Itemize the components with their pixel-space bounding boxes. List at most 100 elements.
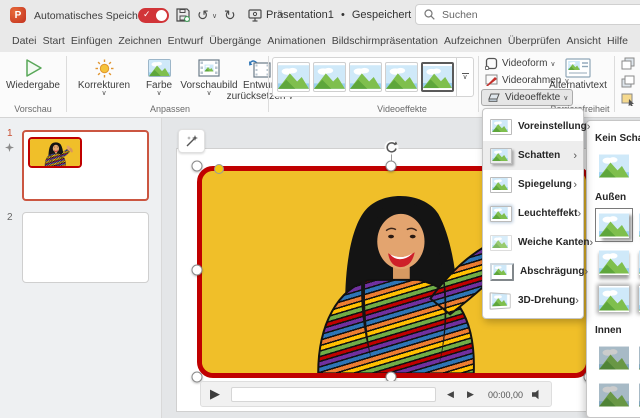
- step-back-button[interactable]: ◀: [447, 389, 454, 400]
- slide-thumbnail-1[interactable]: [22, 130, 149, 201]
- picture-icon: [148, 56, 171, 80]
- autosave-toggle[interactable]: ✓: [138, 8, 169, 23]
- film-frame-icon: [198, 56, 220, 80]
- chevron-right-icon: ›: [573, 150, 577, 162]
- video-style-option[interactable]: [385, 62, 418, 92]
- video-style-option[interactable]: [313, 62, 346, 92]
- shape-icon: [483, 57, 499, 70]
- bevel-effect-icon: [490, 263, 514, 281]
- resize-handle-middle-left[interactable]: [192, 265, 203, 276]
- bring-forward-icon[interactable]: [621, 57, 636, 73]
- video-style-option-selected[interactable]: [421, 62, 454, 92]
- shadow-option-outer[interactable]: [595, 282, 633, 316]
- chevron-right-icon: ›: [587, 121, 591, 133]
- sun-icon: [95, 56, 114, 80]
- redo-icon[interactable]: ↻: [224, 7, 236, 23]
- tab-uebergaenge[interactable]: Übergänge: [209, 35, 261, 47]
- wiedergabe-button[interactable]: Wiedergabe: [4, 56, 62, 91]
- menu-item-schatten[interactable]: Schatten ›: [483, 141, 583, 170]
- shadow-option-outer[interactable]: [635, 282, 640, 316]
- video-style-option[interactable]: [349, 62, 382, 92]
- video-style-option[interactable]: [277, 62, 310, 92]
- videoform-button[interactable]: Videoform ∨: [483, 56, 556, 71]
- shadow-effect-icon: [490, 148, 512, 164]
- chevron-right-icon: ›: [584, 266, 588, 278]
- menu-item-weiche-kanten[interactable]: Weiche Kanten ›: [483, 228, 583, 257]
- step-forward-button[interactable]: ▶: [467, 389, 474, 400]
- wiedergabe-label: Wiedergabe: [6, 80, 60, 91]
- designer-button[interactable]: [178, 129, 205, 153]
- save-icon[interactable]: [176, 8, 190, 25]
- videoform-label: Videoform: [502, 58, 547, 69]
- title-separator: •: [341, 9, 345, 21]
- seek-track[interactable]: [231, 387, 436, 402]
- shadow-option-inner[interactable]: [635, 378, 640, 412]
- undo-icon[interactable]: ↺: [197, 7, 209, 23]
- shadow-option-none[interactable]: [595, 149, 633, 183]
- preset-effect-icon: [490, 119, 512, 135]
- play-outline-icon: [23, 56, 43, 80]
- slideshow-icon[interactable]: [248, 9, 262, 25]
- videoeffekte-dropdown-menu: Voreinstellung › Schatten › Spiegelung ›…: [482, 108, 584, 319]
- shadow-option-outer[interactable]: [635, 245, 640, 279]
- tab-aufzeichnen[interactable]: Aufzeichnen: [444, 35, 502, 47]
- shadow-option-outer[interactable]: [635, 208, 640, 242]
- resize-handle-top-left[interactable]: [192, 161, 203, 172]
- ribbon-divider: [614, 56, 615, 112]
- tab-ueberpruefen[interactable]: Überprüfen: [508, 35, 561, 47]
- tab-bildschirmpraesentation[interactable]: Bildschirmpräsentation: [332, 35, 438, 47]
- rotate-handle[interactable]: [384, 140, 399, 158]
- shadow-option-inner[interactable]: [635, 341, 640, 375]
- search-placeholder: Suchen: [442, 9, 478, 21]
- tab-ansicht[interactable]: Ansicht: [566, 35, 600, 47]
- menu-item-voreinstellung[interactable]: Voreinstellung ›: [483, 112, 583, 141]
- volume-icon[interactable]: [531, 389, 542, 403]
- tab-hilfe[interactable]: Hilfe: [607, 35, 628, 47]
- korrekturen-button[interactable]: Korrekturen ∨: [72, 56, 136, 97]
- slide-1-number: 1: [7, 128, 13, 139]
- tab-zeichnen[interactable]: Zeichnen: [118, 35, 161, 47]
- slide-thumbnail-2[interactable]: [22, 212, 149, 283]
- menu-item-3d-drehung[interactable]: 3D-Drehung ›: [483, 286, 583, 315]
- search-icon: [424, 9, 435, 20]
- no-shadow-section-title: Kein Schatten: [595, 133, 640, 144]
- playback-time: 00:00,00: [488, 390, 523, 400]
- video-playback-bar: ▶ ◀ ▶ 00:00,00: [200, 381, 552, 407]
- slide-2-number: 2: [7, 212, 13, 223]
- resize-handle-top-center[interactable]: [386, 161, 397, 172]
- effects-icon: [486, 92, 502, 104]
- shadow-option-inner[interactable]: [595, 341, 633, 375]
- tab-entwurf[interactable]: Entwurf: [168, 35, 204, 47]
- shadow-option-outer[interactable]: [595, 245, 633, 279]
- glow-effect-icon: [490, 206, 512, 222]
- inner-section-title: Innen: [595, 325, 640, 336]
- search-input[interactable]: Suchen: [415, 4, 640, 25]
- farbe-button[interactable]: Farbe ∨: [140, 56, 178, 97]
- ribbon-tab-bar: Datei Start Einfügen Zeichnen Entwurf Üb…: [0, 30, 640, 52]
- tab-animationen[interactable]: Animationen: [267, 35, 325, 47]
- powerpoint-app-icon[interactable]: P: [10, 7, 26, 23]
- menu-item-leuchteffekt[interactable]: Leuchteffekt ›: [483, 199, 583, 228]
- send-backward-icon[interactable]: [621, 75, 636, 91]
- gallery-more-button[interactable]: ∨: [456, 58, 473, 96]
- alternativtext-button[interactable]: Alternativtext: [546, 56, 610, 91]
- tab-einfuegen[interactable]: Einfügen: [71, 35, 112, 47]
- slide-1-video-preview: [28, 137, 82, 168]
- schatten-submenu: Kein Schatten Außen Innen: [586, 120, 640, 418]
- chevron-down-icon: ∨: [156, 91, 161, 97]
- rotation-3d-effect-icon: [490, 292, 511, 309]
- document-title[interactable]: Präsentation1 • Gespeichert ∨: [266, 9, 427, 21]
- play-button[interactable]: ▶: [210, 386, 220, 402]
- shadow-option-outer-selected[interactable]: [595, 208, 633, 242]
- corner-radius-adjust-handle[interactable]: [214, 164, 224, 174]
- selection-pane-icon[interactable]: [621, 93, 636, 109]
- soft-edges-effect-icon: [490, 235, 512, 251]
- menu-item-spiegelung[interactable]: Spiegelung ›: [483, 170, 583, 199]
- menu-item-abschraegung[interactable]: Abschrägung ›: [483, 257, 583, 286]
- tab-start[interactable]: Start: [43, 35, 65, 47]
- shadow-option-inner[interactable]: [595, 378, 633, 412]
- group-label-vorschau: Vorschau: [0, 104, 66, 114]
- tab-datei[interactable]: Datei: [12, 35, 37, 47]
- undo-chevron-icon[interactable]: ∨: [212, 12, 217, 20]
- video-styles-gallery: ∨: [272, 57, 474, 97]
